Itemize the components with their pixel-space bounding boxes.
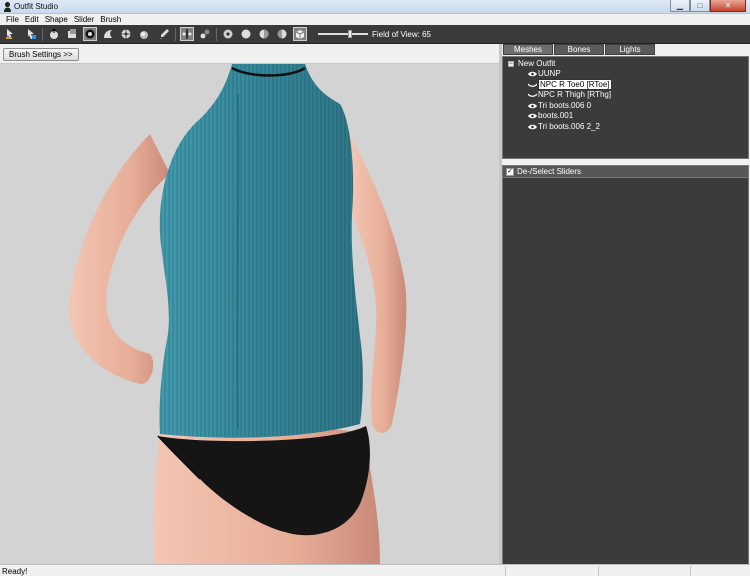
sliders-header[interactable]: ✓ De-/Select Sliders [502, 165, 749, 178]
brush-settings-button[interactable]: Brush Settings >> [3, 48, 79, 61]
menu-shape[interactable]: Shape [42, 14, 71, 25]
project-tabs: Meshes Bones Lights [502, 44, 750, 56]
back-view-icon [277, 29, 287, 39]
inflate-brush-button[interactable] [47, 27, 61, 41]
maximize-icon: □ [697, 1, 703, 10]
tree-root-label: New Outfit [518, 59, 556, 68]
vertex-mode-icon [200, 29, 210, 39]
close-button[interactable]: ✕ [710, 0, 746, 12]
mesh-item-label: Tri boots.006 2_2 [538, 121, 600, 131]
side-view-button[interactable] [257, 27, 271, 41]
transform-tool-icon [28, 29, 36, 39]
mask-brush-icon [140, 31, 148, 39]
status-separator [598, 566, 599, 576]
fov-slider[interactable] [318, 30, 368, 38]
toolbar-separator [216, 28, 217, 41]
fov-label: Field of View: 65 [372, 30, 431, 39]
sphere-view-button[interactable] [221, 27, 235, 41]
tab-bones[interactable]: Bones [554, 44, 604, 55]
mirror-button[interactable] [180, 27, 194, 41]
menu-bar: File Edit Shape Slider Brush [0, 14, 750, 25]
mesh-item[interactable]: NPC R Toe0 [RToe] [503, 78, 748, 91]
viewport-options-bar: Brush Settings >> [0, 44, 499, 64]
front-view-button[interactable] [239, 27, 253, 41]
perspective-button[interactable] [293, 27, 307, 41]
perspective-icon [295, 30, 305, 39]
mesh-item[interactable]: Tri boots.006 2_2 [503, 122, 748, 133]
eye-closed-icon[interactable] [528, 82, 537, 88]
eye-icon[interactable] [528, 124, 537, 130]
status-text: Ready! [2, 567, 28, 576]
color-brush-icon [160, 29, 169, 39]
tab-lights[interactable]: Lights [605, 44, 655, 55]
back-view-button[interactable] [275, 27, 289, 41]
fov-slider-thumb[interactable] [347, 30, 352, 38]
mesh-tree: − New Outfit UUNP NPC R Toe0 [RToe] NPC … [502, 56, 749, 159]
menu-slider[interactable]: Slider [71, 14, 97, 25]
side-view-icon [259, 29, 269, 39]
tab-meshes[interactable]: Meshes [503, 44, 553, 55]
panel-divider[interactable] [502, 159, 750, 163]
vertex-mode-button[interactable] [198, 27, 212, 41]
toolbar-separator [175, 28, 176, 41]
deflate-brush-icon [68, 29, 76, 38]
menu-edit[interactable]: Edit [22, 14, 42, 25]
mesh-item[interactable]: boots.001 [503, 111, 748, 122]
sliders-list [502, 178, 749, 564]
title-bar: Outfit Studio ▁ □ ✕ [0, 0, 750, 14]
eye-icon[interactable] [528, 71, 537, 77]
mesh-item-label: UUNP [538, 69, 561, 78]
collapse-icon[interactable]: − [508, 61, 514, 67]
minimize-button[interactable]: ▁ [670, 0, 690, 12]
eye-icon[interactable] [528, 103, 537, 109]
move-brush-button[interactable] [83, 27, 97, 41]
color-brush-button[interactable] [157, 27, 171, 41]
mask-brush-button[interactable] [137, 27, 151, 41]
sliders-header-label: De-/Select Sliders [517, 167, 582, 176]
toolbar-separator [42, 28, 43, 41]
mesh-item-label: NPC R Thigh [RThg] [538, 90, 612, 99]
move-brush-icon [85, 29, 95, 39]
mirror-icon [182, 29, 192, 39]
mesh-item-label: Tri boots.006 0 [538, 100, 592, 110]
3d-viewport[interactable]: Brush Settings >> [0, 44, 499, 564]
eye-icon[interactable] [528, 113, 537, 119]
model-render[interactable] [0, 64, 499, 564]
fov-slider-track [318, 33, 368, 35]
mesh-item-label: boots.001 [538, 111, 574, 120]
eye-closed-icon[interactable] [528, 92, 537, 98]
deflate-brush-button[interactable] [65, 27, 79, 41]
window-title: Outfit Studio [14, 2, 59, 11]
transform-tool-button[interactable] [24, 27, 38, 41]
status-separator [690, 566, 691, 576]
mesh-item[interactable]: Tri boots.006 0 [503, 101, 748, 112]
smooth-brush-icon [104, 30, 112, 38]
mesh-item-label: NPC R Toe0 [RToe] [538, 78, 612, 90]
minimize-icon: ▁ [676, 1, 684, 10]
front-view-icon [241, 29, 251, 39]
window-controls: ▁ □ ✕ [670, 0, 746, 13]
smooth-brush-button[interactable] [101, 27, 115, 41]
mesh-item[interactable]: NPC R Thigh [RThg] [503, 90, 748, 101]
toolbar: Field of View: 65 [0, 25, 750, 44]
weight-paint-icon [121, 29, 131, 39]
status-bar: Ready! [0, 564, 750, 576]
select-all-sliders-checkbox[interactable]: ✓ [506, 167, 514, 176]
menu-file[interactable]: File [3, 14, 22, 25]
select-tool-button[interactable] [3, 27, 17, 41]
weight-paint-button[interactable] [119, 27, 133, 41]
close-icon: ✕ [724, 1, 732, 10]
status-separator [505, 566, 506, 576]
select-tool-icon [6, 29, 13, 39]
sphere-view-icon [223, 29, 233, 39]
tree-root-outfit[interactable]: − New Outfit [503, 59, 748, 69]
app-logo-icon [4, 2, 11, 12]
left-arm [68, 134, 170, 385]
menu-brush[interactable]: Brush [97, 14, 124, 25]
maximize-button[interactable]: □ [690, 0, 710, 12]
inflate-brush-icon [50, 28, 58, 39]
